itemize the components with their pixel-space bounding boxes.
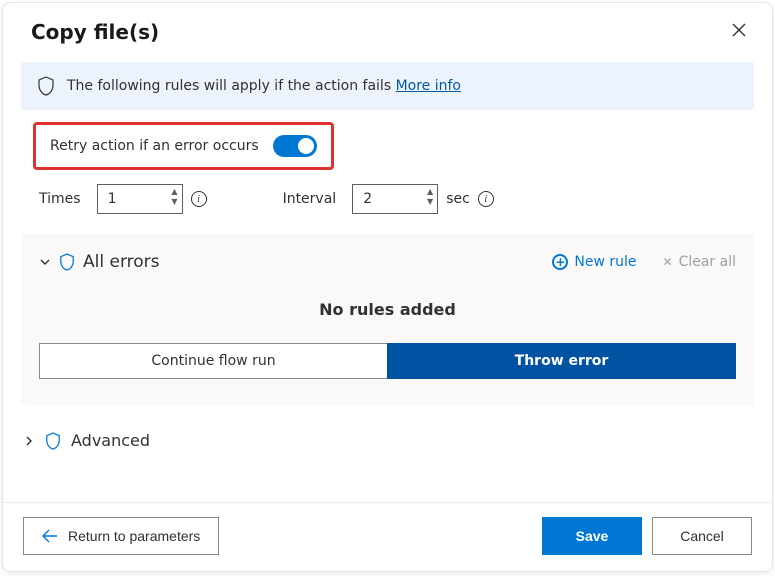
throw-error-button[interactable]: Throw error	[387, 343, 736, 379]
new-rule-button[interactable]: + New rule	[552, 254, 636, 270]
shield-icon	[59, 253, 75, 271]
return-to-parameters-button[interactable]: Return to parameters	[23, 517, 219, 555]
times-input[interactable]: 1 ▲▼	[97, 184, 183, 214]
plus-circle-icon: +	[552, 254, 568, 270]
interval-info-icon[interactable]: i	[478, 191, 494, 207]
dialog-title: Copy file(s)	[31, 20, 159, 44]
chevron-down-icon	[39, 256, 51, 268]
clear-all-label: Clear all	[679, 254, 736, 270]
times-spinner[interactable]: ▲▼	[171, 187, 177, 207]
clear-all-button: ✕ Clear all	[663, 254, 736, 270]
shield-icon	[37, 76, 55, 96]
chevron-right-icon	[23, 435, 35, 447]
times-value: 1	[108, 191, 117, 207]
banner-text-content: The following rules will apply if the ac…	[67, 78, 396, 94]
retry-toggle-highlight: Retry action if an error occurs	[33, 122, 334, 170]
retry-toggle-label: Retry action if an error occurs	[50, 138, 259, 154]
banner-text: The following rules will apply if the ac…	[67, 78, 461, 94]
all-errors-title: All errors	[83, 252, 544, 272]
continue-flow-button[interactable]: Continue flow run	[39, 343, 387, 379]
shield-icon	[45, 432, 61, 450]
interval-input[interactable]: 2 ▲▼	[352, 184, 438, 214]
all-errors-header[interactable]: All errors + New rule ✕ Clear all	[39, 252, 736, 272]
retry-settings-row: Times 1 ▲▼ i Interval 2 ▲▼ sec i	[3, 180, 772, 230]
more-info-link[interactable]: More info	[396, 78, 461, 94]
close-button[interactable]	[726, 17, 752, 46]
interval-value: 2	[363, 191, 372, 207]
save-button[interactable]: Save	[542, 517, 642, 555]
error-handling-dialog: Copy file(s) The following rules will ap…	[2, 2, 773, 572]
interval-unit: sec	[446, 191, 470, 207]
no-rules-text: No rules added	[39, 272, 736, 337]
interval-label: Interval	[283, 191, 337, 207]
dialog-header: Copy file(s)	[3, 3, 772, 54]
retry-toggle[interactable]	[273, 135, 317, 157]
times-info-icon[interactable]: i	[191, 191, 207, 207]
info-banner: The following rules will apply if the ac…	[21, 62, 754, 110]
advanced-section-header[interactable]: Advanced	[3, 405, 772, 450]
advanced-label: Advanced	[71, 431, 150, 450]
arrow-left-icon	[42, 529, 58, 543]
cancel-button[interactable]: Cancel	[652, 517, 752, 555]
new-rule-label: New rule	[574, 254, 636, 270]
all-errors-panel: All errors + New rule ✕ Clear all No rul…	[21, 234, 754, 405]
return-label: Return to parameters	[68, 528, 200, 544]
dialog-footer: Return to parameters Save Cancel	[3, 502, 772, 571]
flow-mode-toggle: Continue flow run Throw error	[39, 343, 736, 379]
times-label: Times	[39, 191, 81, 207]
close-icon	[732, 23, 746, 37]
interval-spinner[interactable]: ▲▼	[427, 187, 433, 207]
x-icon: ✕	[663, 255, 673, 269]
